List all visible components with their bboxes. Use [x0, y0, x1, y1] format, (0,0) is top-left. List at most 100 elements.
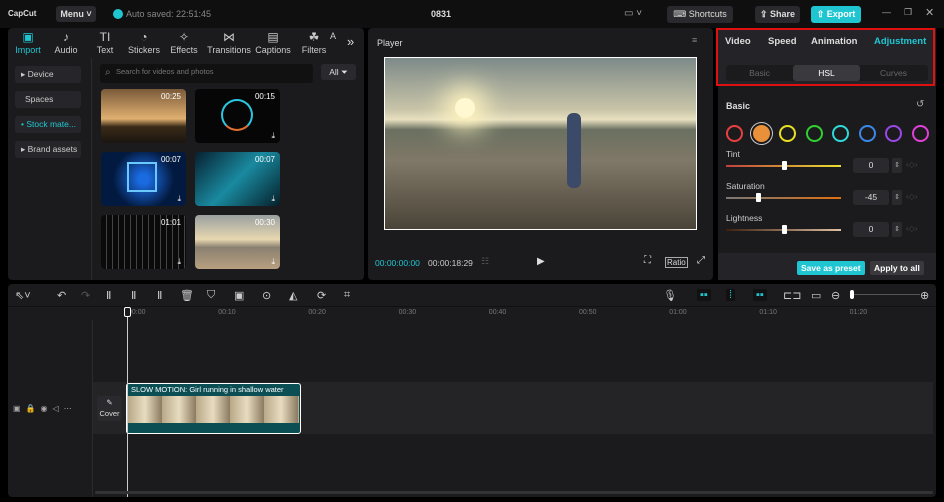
menu-button[interactable]: Menu ˅ — [56, 6, 96, 22]
saturation-slider[interactable] — [726, 193, 841, 202]
export-button[interactable]: ⇧ Export — [811, 6, 861, 23]
expand-tabs-icon[interactable]: » — [347, 34, 354, 49]
media-thumbnail[interactable]: 00:30 ⤓ — [195, 215, 280, 269]
auto-snap-icon[interactable]: ⁞ — [726, 289, 736, 301]
color-swatch[interactable] — [885, 125, 902, 142]
slider-handle[interactable] — [755, 193, 761, 202]
keyframe-icon[interactable]: ‹◇› — [906, 192, 917, 201]
download-icon[interactable]: ⤓ — [271, 194, 275, 204]
fullscreen-icon[interactable]: ⤢ — [697, 255, 705, 266]
keyframe-icon[interactable]: ‹◇› — [906, 160, 917, 169]
rotate-icon[interactable]: ⟳ — [317, 289, 326, 302]
sidebar-item-spaces[interactable]: Spaces — [15, 91, 81, 108]
color-swatch[interactable] — [858, 125, 876, 142]
lightness-slider[interactable] — [726, 225, 841, 234]
shortcuts-button[interactable]: ⌨ Shortcuts — [667, 6, 733, 23]
select-tool-icon[interactable]: ⇖˅ — [15, 289, 31, 302]
delete-icon[interactable]: 🗑 — [180, 289, 194, 302]
tab-animation[interactable]: Animation — [811, 36, 857, 47]
undo-icon[interactable]: ↶ — [57, 289, 66, 302]
tab-adjustment[interactable]: Adjustment — [874, 36, 926, 47]
filter-button[interactable]: All ⏷ — [321, 64, 356, 80]
tab-audio[interactable]: ♪ Audio — [47, 30, 85, 55]
tab-captions[interactable]: ▤ Captions — [254, 30, 292, 55]
sidebar-item-brand-assets[interactable]: ▸ Brand assets — [15, 141, 81, 158]
grid-icon[interactable]: ☷ — [481, 256, 489, 267]
playhead-handle[interactable] — [124, 307, 131, 317]
media-thumbnail[interactable]: 01:01 ⤓ — [101, 215, 186, 269]
saturation-value-input[interactable]: -45 — [853, 190, 889, 205]
marker-icon[interactable]: ⛉ — [207, 289, 215, 302]
tab-transitions[interactable]: ⋈ Transitions — [206, 30, 252, 55]
tab-text[interactable]: TI Text — [86, 30, 124, 55]
minimize-icon[interactable]: — — [882, 7, 891, 17]
stepper-icon[interactable]: ⇕ — [892, 222, 902, 237]
subtab-basic[interactable]: Basic — [726, 65, 793, 81]
color-swatch[interactable] — [752, 125, 770, 142]
tab-stickers[interactable]: ◔ Stickers — [125, 30, 163, 55]
zoom-handle[interactable] — [850, 290, 854, 299]
split-icon[interactable]: Ⅱ — [106, 289, 111, 302]
maximize-icon[interactable]: ❐ — [904, 7, 912, 18]
crop-icon[interactable]: ⌗ — [344, 289, 350, 302]
media-thumbnail[interactable]: 00:07 ⤓ — [101, 152, 186, 206]
reset-icon[interactable]: ↺ — [916, 99, 924, 110]
tab-import[interactable]: ▣ Import — [9, 30, 47, 55]
lightness-value-input[interactable]: 0 — [853, 222, 889, 237]
sidebar-item-stock[interactable]: • Stock mate... — [15, 116, 81, 133]
fullscreen-crop-icon[interactable]: ⛶ — [644, 255, 651, 266]
sidebar-item-device[interactable]: ▸ Device — [15, 66, 81, 83]
tab-speed[interactable]: Speed — [768, 36, 797, 47]
thumbnail-icon[interactable]: ▭ — [811, 289, 821, 302]
search-field[interactable] — [116, 67, 306, 76]
main-track-magnet-icon[interactable]: ▪▪ — [697, 289, 711, 301]
close-icon[interactable]: ✕ — [925, 6, 934, 19]
video-preview[interactable] — [384, 57, 697, 230]
media-thumbnail[interactable]: 00:15 ⤓ — [195, 89, 280, 143]
subtab-hsl[interactable]: HSL — [793, 65, 860, 81]
slider-handle[interactable] — [781, 225, 787, 234]
play-icon[interactable]: ▶ — [537, 256, 545, 267]
tab-more[interactable]: A — [326, 30, 340, 41]
color-swatch[interactable] — [726, 125, 743, 142]
color-swatch[interactable] — [832, 125, 849, 142]
redo-icon[interactable]: ↷ — [81, 289, 90, 302]
slider-handle[interactable] — [781, 161, 787, 170]
download-icon[interactable]: ⤓ — [177, 257, 181, 267]
save-preset-button[interactable]: Save as preset — [797, 261, 865, 275]
zoom-in-icon[interactable]: ⊕ — [920, 289, 929, 302]
playhead[interactable] — [124, 307, 131, 497]
video-clip[interactable]: SLOW MOTION: Girl running in shallow wat… — [126, 383, 301, 434]
download-icon[interactable]: ⤓ — [271, 257, 275, 267]
tab-video[interactable]: Video — [725, 36, 751, 47]
mirror-icon[interactable]: ◭ — [289, 289, 297, 302]
media-thumbnail[interactable]: 00:07 ⤓ — [195, 152, 280, 206]
cover-button[interactable]: ✎ Cover — [97, 396, 122, 421]
subtab-curves[interactable]: Curves — [860, 65, 927, 81]
preview-axis-icon[interactable]: ⊏⊐ — [783, 289, 801, 302]
apply-all-button[interactable]: Apply to all — [870, 261, 924, 275]
microphone-icon[interactable]: 🎙 — [663, 289, 677, 302]
keyframe-icon[interactable]: ‹◇› — [906, 224, 917, 233]
media-thumbnail[interactable]: 00:25 — [101, 89, 186, 143]
stepper-icon[interactable]: ⇕ — [892, 190, 902, 205]
search-input[interactable]: ⌕ — [100, 64, 313, 83]
tab-effects[interactable]: ✧ Effects — [165, 30, 203, 55]
tint-value-input[interactable]: 0 — [853, 158, 889, 173]
freeze-icon[interactable]: ▣ — [234, 289, 244, 302]
ratio-button[interactable]: Ratio — [665, 257, 688, 268]
linkage-icon[interactable]: ▪▪ — [753, 289, 767, 301]
color-swatch[interactable] — [911, 125, 929, 142]
stepper-icon[interactable]: ⇕ — [892, 158, 902, 173]
download-icon[interactable]: ⤓ — [177, 194, 181, 204]
split-right-icon[interactable]: Ⅱ — [157, 289, 162, 302]
track-controls[interactable]: ▣🔒◉◁⋯ — [13, 404, 77, 413]
tint-slider[interactable] — [726, 161, 841, 170]
layout-icon[interactable]: ▭ ˅ — [624, 8, 642, 19]
download-icon[interactable]: ⤓ — [271, 131, 275, 141]
zoom-slider[interactable] — [850, 290, 920, 299]
horizontal-scrollbar[interactable] — [95, 491, 933, 494]
color-swatch[interactable] — [805, 125, 823, 142]
color-swatch[interactable] — [779, 125, 796, 142]
zoom-out-icon[interactable]: ⊖ — [831, 289, 840, 302]
